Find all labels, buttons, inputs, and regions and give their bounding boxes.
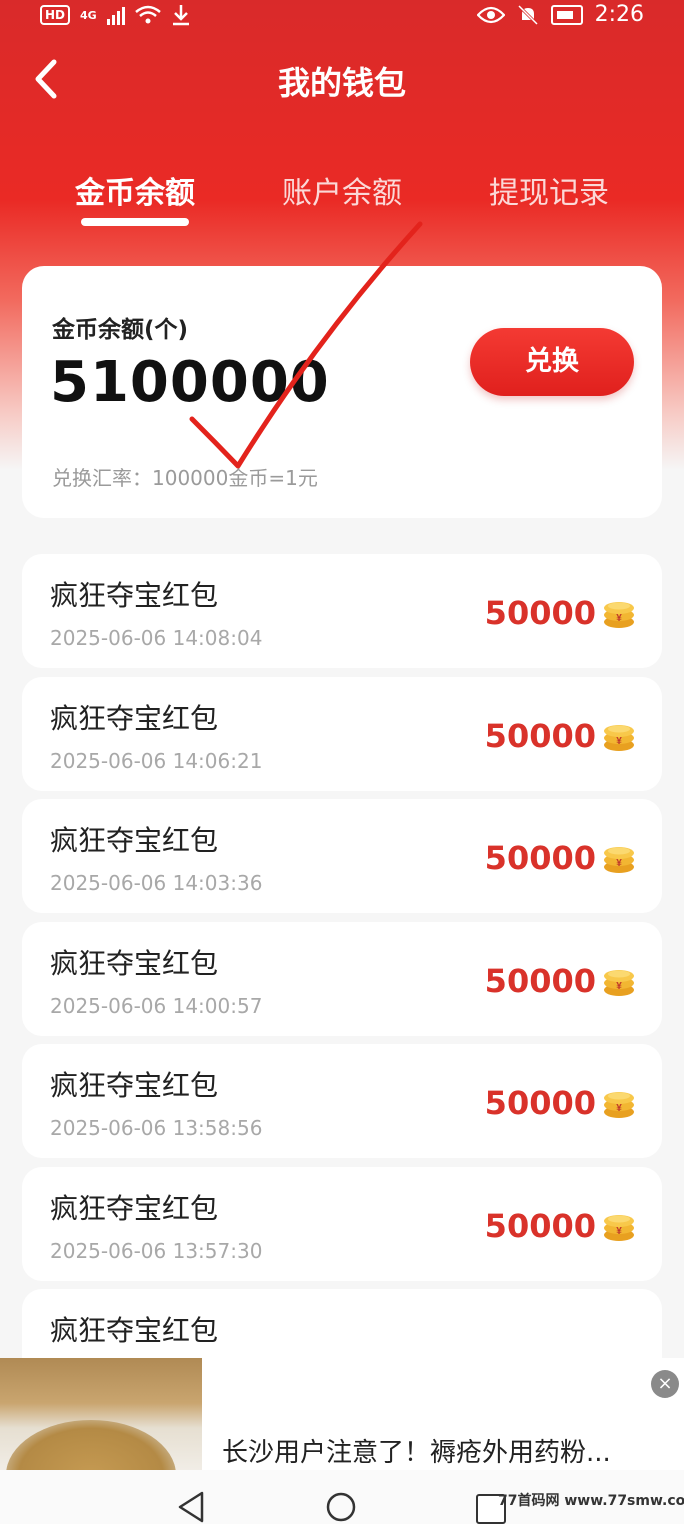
balance-label: 金币余额(个) (52, 317, 189, 343)
record-time: 2025-06-06 14:03:36 (50, 871, 263, 895)
page-title: 我的钱包 (277, 64, 406, 102)
clock: 2:26 (594, 2, 644, 27)
eye-icon (476, 6, 505, 23)
list-item[interactable]: 疯狂夺宝红包 2025-06-06 13:57:30 50000 ¥ (22, 1167, 662, 1281)
ad-headline: 长沙用户注意了！褥疮外用药粉... (222, 1438, 611, 1468)
hd-badge: HD (40, 5, 71, 25)
svg-text:¥: ¥ (616, 613, 622, 624)
list-item[interactable]: 疯狂夺宝红包 2025-06-06 14:06:21 50000 ¥ (22, 677, 662, 791)
record-amount: 50000 (484, 594, 596, 632)
tab-coin-balance[interactable]: 金币余额 (45, 168, 225, 212)
gold-coin-icon: ¥ (604, 847, 634, 873)
network-type: 4G (80, 8, 97, 22)
record-time: 2025-06-06 14:08:04 (50, 626, 263, 650)
svg-text:¥: ¥ (616, 981, 622, 992)
wifi-icon (134, 5, 161, 24)
download-icon (172, 5, 189, 26)
record-title: 疯狂夺宝红包 (50, 702, 219, 735)
record-time: 2025-06-06 13:58:56 (50, 1116, 263, 1140)
record-amount: 50000 (484, 1207, 596, 1245)
svg-text:¥: ¥ (616, 736, 622, 747)
tab-withdraw-records[interactable]: 提现记录 (459, 168, 639, 212)
gold-coin-icon: ¥ (604, 1215, 634, 1241)
close-icon[interactable]: × (651, 1370, 679, 1398)
svg-text:¥: ¥ (616, 1226, 622, 1237)
tab-bar: 金币余额 账户余额 提现记录 (0, 168, 684, 232)
tab-account-balance[interactable]: 账户余额 (252, 168, 432, 212)
exchange-button[interactable]: 兑换 (470, 328, 634, 396)
ad-banner[interactable]: 长沙用户注意了！褥疮外用药粉... × (0, 1358, 684, 1470)
record-title: 疯狂夺宝红包 (50, 1314, 219, 1347)
record-time: 2025-06-06 14:06:21 (50, 749, 263, 773)
coin-balance-card: 金币余额(个) 5100000 兑换 兑换汇率：100000金币=1元 (22, 266, 662, 518)
svg-text:¥: ¥ (616, 858, 622, 869)
record-time: 2025-06-06 14:00:57 (50, 994, 263, 1018)
list-item[interactable]: 疯狂夺宝红包 2025-06-06 13:58:56 50000 ¥ (22, 1044, 662, 1158)
balance-value: 5100000 (50, 350, 330, 415)
status-bar: HD 4G 2:26 (0, 0, 684, 36)
record-amount: 50000 (484, 839, 596, 877)
battery-icon (550, 4, 583, 25)
nav-home-icon[interactable] (326, 1492, 356, 1522)
record-title: 疯狂夺宝红包 (50, 1192, 219, 1225)
gold-coin-icon: ¥ (604, 970, 634, 996)
record-amount: 50000 (484, 962, 596, 1000)
record-title: 疯狂夺宝红包 (50, 1069, 219, 1102)
record-title: 疯狂夺宝红包 (50, 947, 219, 980)
navigation-bar: 我的钱包 (0, 48, 684, 112)
record-time: 2025-06-06 13:57:30 (50, 1239, 263, 1263)
record-title: 疯狂夺宝红包 (50, 579, 219, 612)
gold-coin-icon: ¥ (604, 1092, 634, 1118)
watermark: 77首码网 www.77smw.com (498, 1493, 684, 1509)
record-amount: 50000 (484, 717, 596, 755)
record-amount: 50000 (484, 1084, 596, 1122)
list-item[interactable]: 疯狂夺宝红包 2025-06-06 14:03:36 50000 ¥ (22, 799, 662, 913)
exchange-rate-text: 兑换汇率：100000金币=1元 (52, 466, 318, 490)
gold-coin-icon: ¥ (604, 602, 634, 628)
ad-image (0, 1358, 202, 1470)
list-item[interactable]: 疯狂夺宝红包 2025-06-06 14:00:57 50000 ¥ (22, 922, 662, 1036)
svg-text:¥: ¥ (616, 1103, 622, 1114)
gold-coin-icon: ¥ (604, 725, 634, 751)
signal-icon (106, 5, 125, 25)
active-tab-indicator (81, 218, 189, 226)
mute-bell-icon (517, 4, 538, 25)
list-item[interactable]: 疯狂夺宝红包 2025-06-06 14:08:04 50000 ¥ (22, 554, 662, 668)
nav-back-icon[interactable] (176, 1490, 206, 1524)
record-title: 疯狂夺宝红包 (50, 824, 219, 857)
